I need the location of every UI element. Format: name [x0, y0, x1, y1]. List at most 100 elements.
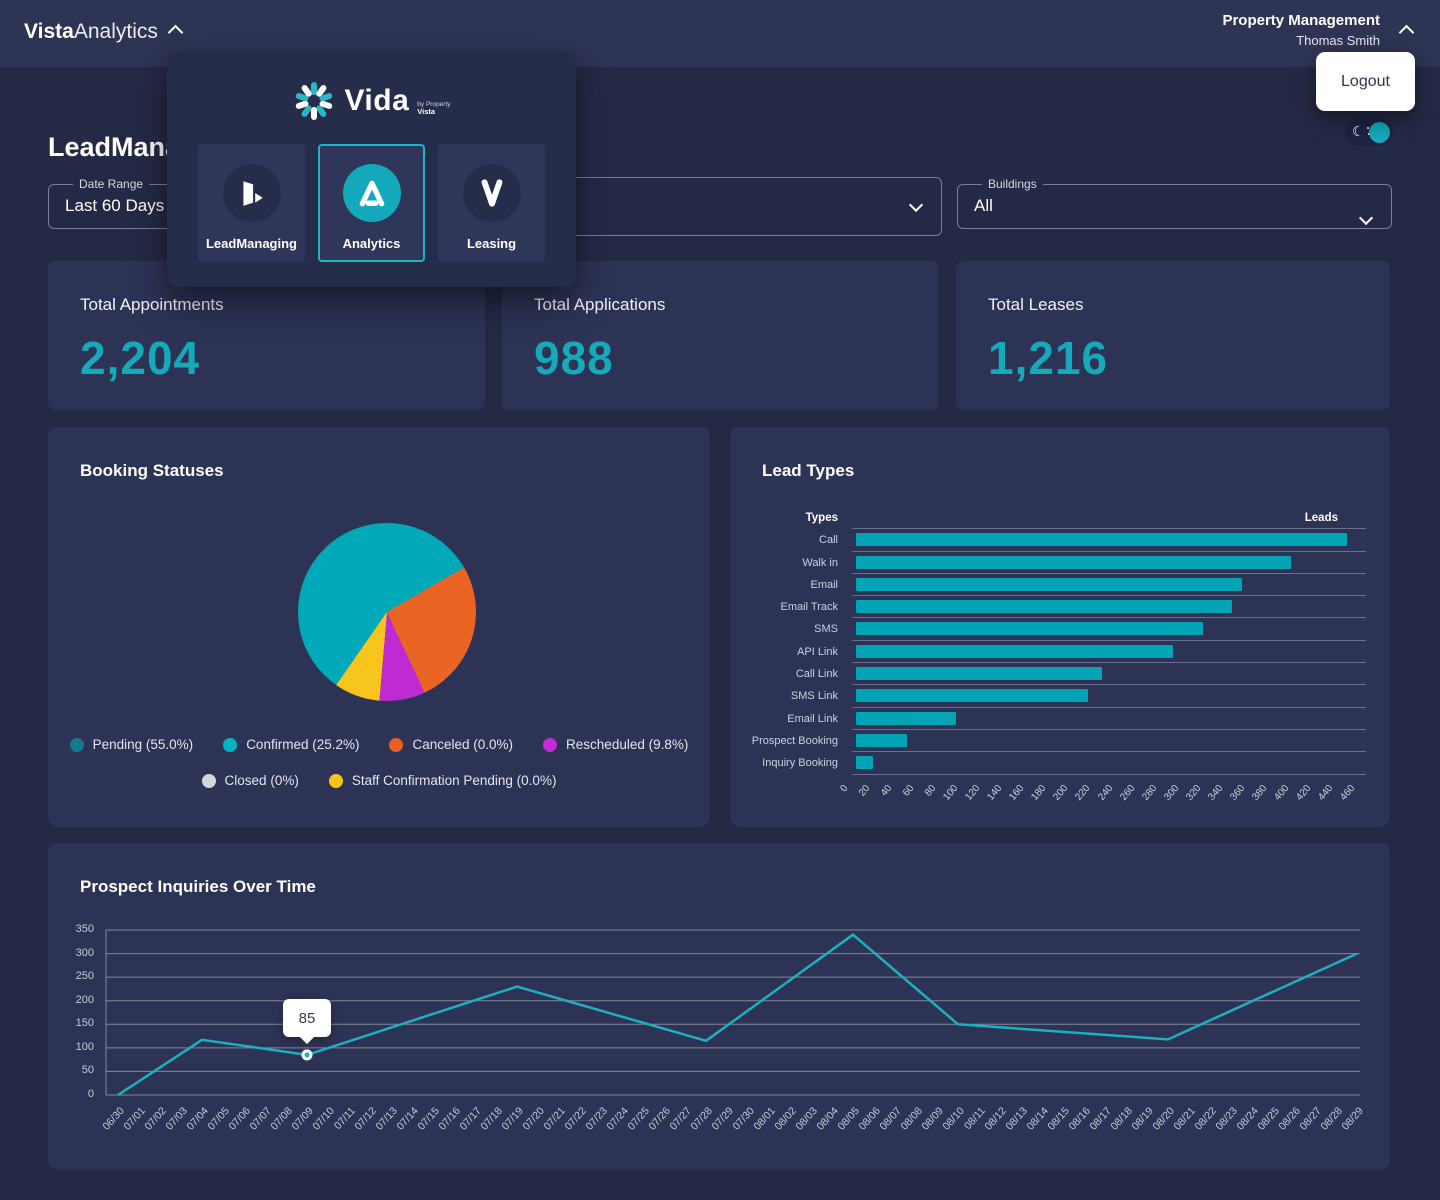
y-axis-tick: 0: [68, 1088, 94, 1100]
stat-value: 1,216: [988, 331, 1358, 385]
lead-type-bar: [856, 622, 1203, 635]
x-axis-tick: 460: [1330, 783, 1358, 813]
chevron-up-icon: [1399, 25, 1415, 41]
moon-icon: ☾: [1352, 123, 1365, 140]
x-axis-tick: 380: [1242, 783, 1270, 813]
y-axis-tick: 100: [68, 1041, 94, 1053]
lead-type-bar: [856, 578, 1242, 591]
prospect-inquiries-panel: Prospect Inquiries Over Time 35030025020…: [48, 843, 1390, 1170]
lead-type-row: Call: [730, 529, 1390, 551]
y-axis-tick: 200: [68, 994, 94, 1006]
brand-menu-trigger[interactable]: VistaAnalytics: [24, 20, 181, 44]
booking-statuses-panel: Booking Statuses Pending (55.0%) Confirm…: [48, 427, 710, 827]
x-axis-tick: 280: [1131, 783, 1159, 813]
lead-types-header: Types Leads: [730, 507, 1390, 529]
vida-pinwheel-icon: [292, 79, 336, 123]
lead-type-bar: [856, 645, 1173, 658]
buildings-select[interactable]: Buildings All: [957, 177, 1392, 229]
pie-legend-row-2: Closed (0%) Staff Confirmation Pending (…: [48, 773, 710, 788]
legend-item[interactable]: Rescheduled (9.8%): [543, 737, 688, 752]
legend-label: Staff Confirmation Pending (0.0%): [352, 773, 557, 788]
chevron-up-icon: [168, 24, 184, 40]
lead-type-label: Email Link: [730, 708, 852, 730]
x-axis-tick: 320: [1175, 783, 1203, 813]
stat-label: Total Appointments: [80, 295, 453, 315]
y-axis-tick: 150: [68, 1017, 94, 1029]
y-axis-tick: 50: [68, 1064, 94, 1076]
tooltip-value: 85: [299, 1010, 316, 1027]
lead-type-bar: [856, 756, 873, 769]
legend-swatch: [329, 774, 343, 788]
account-org: Property Management: [1222, 12, 1380, 29]
booking-statuses-pie: [298, 523, 476, 701]
vida-wordmark: Vida: [344, 84, 409, 118]
lead-type-row: SMS: [730, 618, 1390, 640]
lead-type-row: Inquiry Booking: [730, 752, 1390, 774]
panel-title: Lead Types: [762, 461, 854, 481]
lead-type-label: Email Track: [730, 596, 852, 618]
app-tiles: LeadManaging Analytics Leasing: [167, 144, 576, 262]
lead-type-row: Walk in: [730, 552, 1390, 574]
legend-swatch: [389, 738, 403, 752]
lead-type-label: API Link: [730, 641, 852, 663]
app-tile-leadmanaging[interactable]: LeadManaging: [198, 144, 305, 262]
lead-type-label: Walk in: [730, 552, 852, 574]
lead-type-bar: [856, 712, 956, 725]
col-header-leads: Leads: [1305, 507, 1338, 529]
x-axis-tick: 300: [1153, 783, 1181, 813]
legend-label: Canceled (0.0%): [412, 737, 513, 752]
lead-type-label: Call Link: [730, 663, 852, 685]
brand-light: Analytics: [74, 20, 158, 43]
leasing-icon: [463, 164, 521, 222]
leadmanaging-icon: [223, 164, 281, 222]
account-menu-trigger[interactable]: Property Management Thomas Smith: [1222, 12, 1414, 48]
legend-swatch: [223, 738, 237, 752]
logout-button[interactable]: Logout: [1335, 72, 1396, 92]
x-axis-tick: 260: [1109, 783, 1137, 813]
brand-bold: Vista: [24, 20, 74, 43]
legend-item[interactable]: Confirmed (25.2%): [223, 737, 359, 752]
legend-swatch: [543, 738, 557, 752]
lead-type-bar: [856, 556, 1291, 569]
lead-type-label: Call: [730, 529, 852, 551]
vida-byline: by PropertyVista: [417, 101, 450, 116]
app-tile-analytics[interactable]: Analytics: [318, 144, 425, 262]
app-switcher-popover: Vida by PropertyVista LeadManaging Analy…: [167, 52, 576, 287]
theme-toggle[interactable]: ☾: [1345, 119, 1393, 146]
panel-title: Prospect Inquiries Over Time: [80, 877, 316, 897]
stat-label: Total Applications: [534, 295, 906, 315]
app-tile-leasing[interactable]: Leasing: [438, 144, 545, 262]
lead-type-label: Prospect Booking: [730, 730, 852, 752]
stat-label: Total Leases: [988, 295, 1358, 315]
stat-value: 2,204: [80, 331, 453, 385]
chevron-down-icon: [909, 198, 923, 212]
legend-swatch: [202, 774, 216, 788]
legend-item[interactable]: Canceled (0.0%): [389, 737, 513, 752]
pie-legend-row-1: Pending (55.0%) Confirmed (25.2%) Cancel…: [48, 737, 710, 752]
vida-logo: Vida by PropertyVista: [167, 78, 576, 124]
lead-type-row: Email Link: [730, 708, 1390, 730]
lead-type-row: Email: [730, 574, 1390, 596]
lead-type-bar: [856, 533, 1347, 546]
app-tile-label: Leasing: [467, 236, 516, 251]
x-axis-tick: 240: [1087, 783, 1115, 813]
legend-label: Closed (0%): [225, 773, 299, 788]
app-tile-label: Analytics: [343, 236, 401, 251]
lead-type-bar: [856, 734, 907, 747]
legend-item[interactable]: Closed (0%): [202, 773, 299, 788]
legend-swatch: [70, 738, 84, 752]
legend-label: Confirmed (25.2%): [246, 737, 359, 752]
chart-tooltip: 85: [283, 999, 331, 1037]
stat-value: 988: [534, 331, 906, 385]
panel-title: Booking Statuses: [80, 461, 224, 481]
legend-item[interactable]: Staff Confirmation Pending (0.0%): [329, 773, 557, 788]
legend-item[interactable]: Pending (55.0%): [70, 737, 194, 752]
lead-type-row: SMS Link: [730, 685, 1390, 707]
lead-type-row: Email Track: [730, 596, 1390, 618]
y-axis-tick: 350: [68, 923, 94, 935]
lead-types-chart: Types Leads Call Walk in Email Email Tra…: [730, 507, 1390, 821]
account-user: Thomas Smith: [1222, 33, 1380, 48]
y-axis-tick: 300: [68, 947, 94, 959]
lead-type-row: Prospect Booking: [730, 730, 1390, 752]
x-axis-tick: 340: [1197, 783, 1225, 813]
